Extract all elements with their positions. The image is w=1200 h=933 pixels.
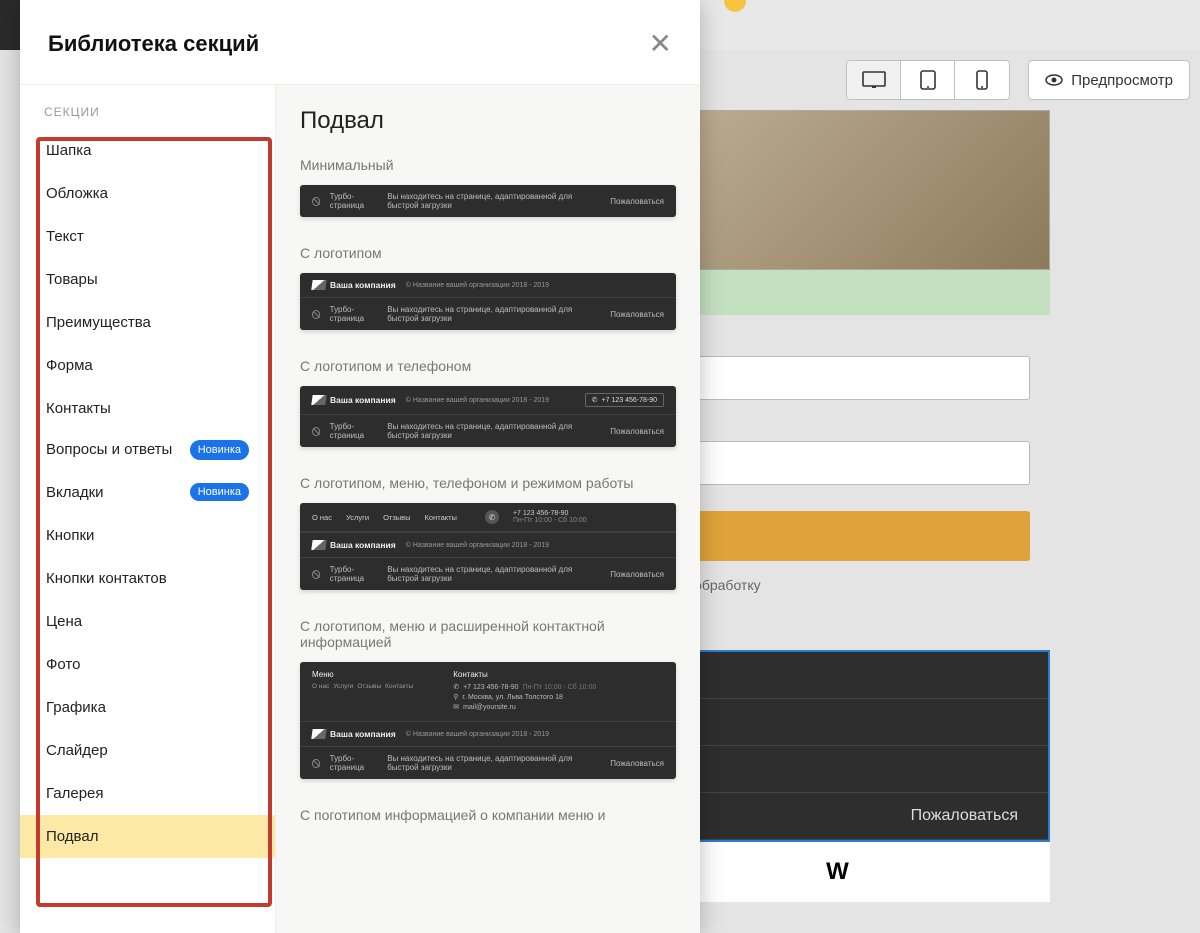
sidebar-item-label: Подвал (46, 828, 98, 845)
sidebar-item-16[interactable]: Подвал (20, 815, 275, 858)
new-badge: Новинка (190, 483, 249, 501)
sidebar-item-label: Фото (46, 656, 80, 673)
sidebar-group-label: СЕКЦИИ (20, 85, 275, 129)
sidebar-item-label: Форма (46, 357, 93, 374)
phone-box: ✆ +7 123 456-78-90 (585, 393, 664, 407)
phone-icon: ✆ (592, 396, 598, 404)
sidebar-item-5[interactable]: Форма (20, 344, 275, 387)
logo-icon (311, 280, 326, 290)
device-mobile-button[interactable] (955, 61, 1009, 99)
footer-complain-link[interactable]: Пожаловаться (911, 807, 1018, 825)
sidebar-item-label: Слайдер (46, 742, 108, 759)
phone-round-icon: ✆ (485, 510, 499, 524)
variant-logo[interactable]: Ваша компания © Название вашей организац… (300, 273, 676, 330)
sidebar-item-12[interactable]: Фото (20, 643, 275, 686)
sidebar-item-label: Преимущества (46, 314, 151, 331)
modal-sidebar: СЕКЦИИ Шапка Обложка Текст Товары Преимущест… (20, 85, 276, 933)
ban-icon (312, 570, 320, 579)
new-badge: Новинка (190, 440, 249, 460)
sidebar-item-3[interactable]: Товары (20, 258, 275, 301)
sidebar-item-label: Галерея (46, 785, 104, 802)
device-switcher (846, 60, 1010, 100)
logo-icon (311, 395, 326, 405)
sidebar-item-9[interactable]: Кнопки (20, 514, 275, 557)
variant-label-logo: С логотипом (300, 245, 676, 261)
mobile-icon (976, 70, 988, 90)
sidebar-item-7[interactable]: Вопросы и ответы Новинка (20, 430, 275, 470)
variant-label-logo-menu-phone-hours: С логотипом, меню, телефоном и режимом р… (300, 475, 676, 491)
sidebar-item-14[interactable]: Слайдер (20, 729, 275, 772)
modal-header: Библиотека секций ✕ (20, 0, 700, 85)
sidebar-item-label: Шапка (46, 142, 91, 159)
variant-logo-phone[interactable]: Ваша компания © Название вашей организац… (300, 386, 676, 447)
sidebar-item-label: Цена (46, 613, 82, 630)
modal-content: Подвал Минимальный Турбо-страница Вы нах… (276, 85, 700, 933)
phone-icon: ✆ (453, 683, 459, 691)
tablet-icon (920, 70, 936, 90)
sidebar-item-0[interactable]: Шапка (20, 129, 275, 172)
logo-icon (311, 540, 326, 550)
variant-logo-menu-phone-hours[interactable]: О нас Услуги Отзывы Контакты ✆ +7 123 45… (300, 503, 676, 590)
sidebar-item-10[interactable]: Кнопки контактов (20, 557, 275, 600)
device-desktop-button[interactable] (847, 61, 901, 99)
modal-title: Библиотека секций (48, 31, 259, 57)
sidebar-item-8[interactable]: Вкладки Новинка (20, 470, 275, 514)
close-icon[interactable]: ✕ (649, 30, 672, 58)
sidebar-item-2[interactable]: Текст (20, 215, 275, 258)
mail-icon: ✉ (453, 703, 459, 711)
logo-icon (311, 729, 326, 739)
sidebar-item-label: Кнопки контактов (46, 570, 167, 587)
sidebar-item-label: Товары (46, 271, 98, 288)
eye-icon (1045, 74, 1063, 86)
sidebar-item-label: Контакты (46, 400, 111, 417)
canvas-toolbar: Предпросмотр (846, 60, 1190, 100)
preview-button[interactable]: Предпросмотр (1028, 60, 1190, 100)
device-tablet-button[interactable] (901, 61, 955, 99)
sidebar-item-label: Кнопки (46, 527, 94, 544)
variant-label-logo-phone: С логотипом и телефоном (300, 358, 676, 374)
ban-icon (312, 197, 320, 206)
sidebar-item-label: Обложка (46, 185, 108, 202)
sidebar-item-4[interactable]: Преимущества (20, 301, 275, 344)
sidebar-item-13[interactable]: Графика (20, 686, 275, 729)
sections-library-modal: Библиотека секций ✕ СЕКЦИИ Шапка Обложка Т… (20, 0, 700, 933)
ban-icon (312, 310, 320, 319)
ban-icon (312, 759, 320, 768)
content-heading: Подвал (300, 107, 676, 135)
sidebar-item-1[interactable]: Обложка (20, 172, 275, 215)
preview-label: Предпросмотр (1071, 72, 1173, 89)
sidebar-item-label: Текст (46, 228, 84, 245)
sidebar-item-label: Вкладки (46, 484, 104, 501)
pin-icon: ⚲ (453, 693, 458, 701)
sidebar-item-label: Графика (46, 699, 106, 716)
sidebar-item-11[interactable]: Цена (20, 600, 275, 643)
sidebar-item-label: Вопросы и ответы (46, 440, 172, 460)
variant-label-logo-menu-contacts: С логотипом, меню и расширенной контактн… (300, 618, 676, 650)
variant-label-minimal: Минимальный (300, 157, 676, 173)
ban-icon (312, 427, 320, 436)
variant-logo-menu-contacts[interactable]: Меню О нас Услуги Отзывы Контакты Контак… (300, 662, 676, 779)
sidebar-item-6[interactable]: Контакты (20, 387, 275, 430)
sidebar-item-15[interactable]: Галерея (20, 772, 275, 815)
desktop-icon (862, 71, 886, 89)
variant-label-cutoff: С поготипом информацией о компании меню … (300, 807, 676, 823)
variant-minimal[interactable]: Турбо-страница Вы находитесь на странице… (300, 185, 676, 217)
